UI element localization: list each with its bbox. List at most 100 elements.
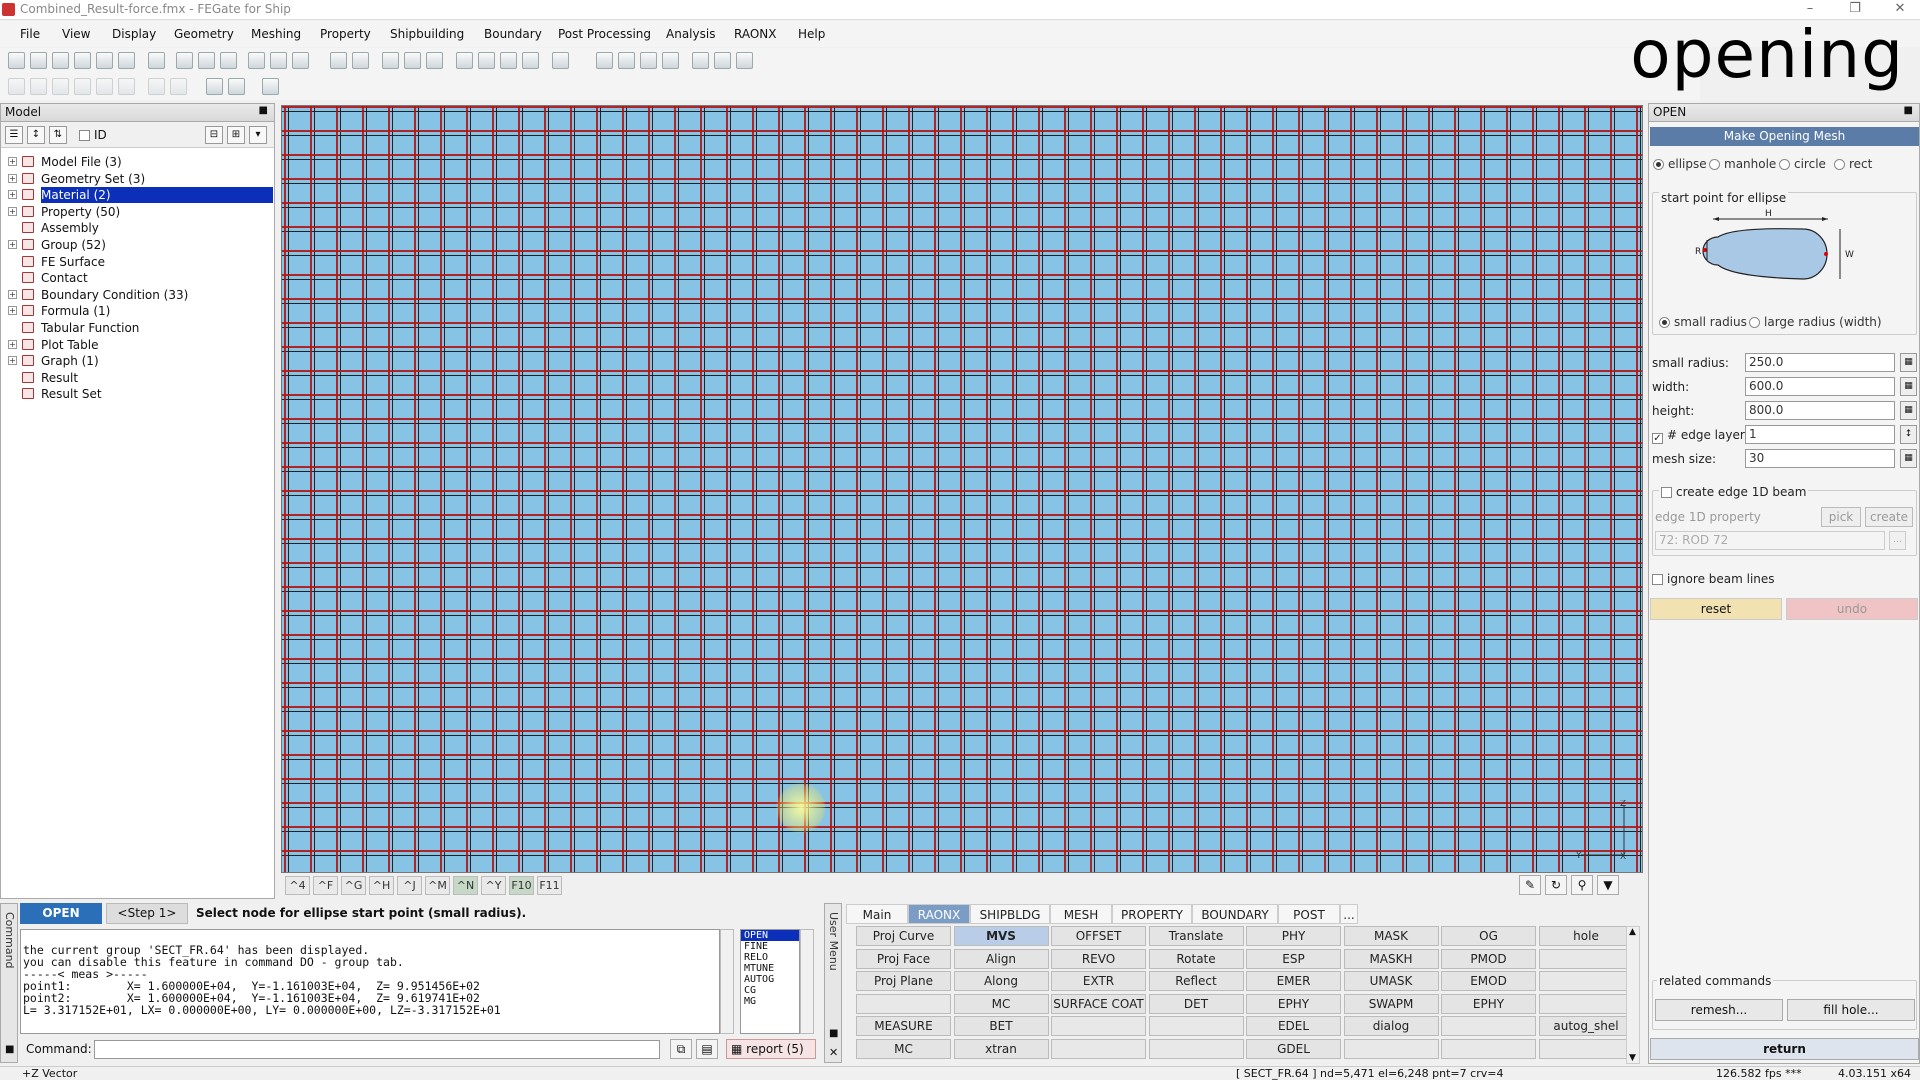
user-menu-empty-slot[interactable] [1441, 1016, 1536, 1037]
clipboard-icon[interactable]: ▤ [696, 1039, 718, 1059]
user-menu-button[interactable]: SWAPM [1343, 993, 1439, 1014]
reset-button[interactable]: reset [1650, 598, 1782, 620]
user-menu-button[interactable]: MC [953, 993, 1049, 1014]
user-menu-button[interactable]: MASK [1343, 926, 1439, 946]
user-menu-button[interactable]: hole [1538, 926, 1634, 946]
side-view-icon[interactable] [270, 52, 287, 69]
tool-icon[interactable] [640, 52, 657, 69]
user-menu-empty-slot[interactable] [1538, 948, 1634, 969]
edge-layers-input[interactable]: 1 [1745, 425, 1895, 444]
console-scrollbar[interactable] [720, 929, 734, 1034]
last-frame-icon[interactable] [96, 78, 113, 95]
user-menu-empty-slot[interactable] [1538, 993, 1634, 1014]
user-menu-scrollbar[interactable]: ▲ ▼ [1626, 926, 1640, 1064]
user-menu-button[interactable]: EMOD [1441, 971, 1536, 992]
user-menu-empty-slot[interactable] [1051, 1016, 1146, 1037]
user-menu-side-tab[interactable]: User Menu ■ ✕ [824, 903, 842, 1063]
tree-item[interactable]: + Boundary Condition (33) [1, 287, 271, 303]
remesh-button[interactable]: remesh... [1655, 999, 1783, 1021]
pin-icon[interactable]: ■ [5, 1044, 14, 1055]
tree-item[interactable]: + Plot Table [1, 337, 271, 353]
user-menu-button[interactable]: DET [1148, 993, 1244, 1014]
user-menu-button[interactable]: Align [953, 948, 1049, 969]
user-menu-button[interactable]: MVS [953, 926, 1049, 946]
menu-boundary[interactable]: Boundary [484, 23, 542, 45]
undo-button[interactable]: undo [1786, 598, 1918, 620]
scroll-down-icon[interactable]: ▼ [1629, 1053, 1636, 1063]
list-item[interactable]: CG [741, 985, 799, 996]
edit-icon[interactable] [692, 52, 709, 69]
tab-raonx[interactable]: RAONX [908, 904, 970, 924]
edge-layers-spin[interactable]: ↕ [1900, 425, 1917, 444]
tree-item[interactable]: Tabular Function [1, 320, 271, 336]
graph-icon[interactable] [262, 78, 279, 95]
expand-toggle-icon[interactable]: + [8, 339, 17, 349]
display-mode-icon[interactable] [522, 52, 539, 69]
small-radius-radio[interactable]: small radius [1659, 315, 1747, 329]
first-frame-icon[interactable] [30, 78, 47, 95]
gear-icon[interactable] [596, 52, 613, 69]
run-icon[interactable] [736, 52, 753, 69]
command-history-list[interactable]: OPEN FINE RELO MTUNE AUTOG CG MG [740, 929, 800, 1034]
iso-view-icon[interactable] [292, 52, 309, 69]
shape-rect-radio[interactable]: rect [1834, 157, 1872, 171]
expand-icon[interactable]: ⊞ [227, 126, 245, 144]
user-menu-empty-slot[interactable] [1148, 1039, 1244, 1059]
wireframe-icon[interactable] [352, 52, 369, 69]
menu-help[interactable]: Help [798, 23, 825, 45]
user-menu-button[interactable]: Rotate [1148, 948, 1244, 969]
user-menu-button[interactable]: MASKH [1343, 948, 1439, 969]
user-menu-button[interactable]: UMASK [1343, 971, 1439, 992]
tree-item[interactable]: + Property (50) [1, 204, 271, 220]
tree-item[interactable]: + Graph (1) [1, 353, 271, 369]
print-icon[interactable] [96, 52, 113, 69]
width-spin[interactable]: ▦ [1900, 377, 1917, 396]
small-radius-spin[interactable]: ▦ [1900, 353, 1917, 372]
report-button[interactable]: ▦ report (5) [726, 1039, 816, 1059]
step-icon[interactable] [118, 78, 135, 95]
zoom-icon[interactable] [220, 52, 237, 69]
measure-icon[interactable] [618, 52, 635, 69]
layer-icon[interactable] [478, 52, 495, 69]
prev-frame-icon[interactable] [52, 78, 69, 95]
tree-item[interactable]: Assembly [1, 220, 271, 236]
create-edge-beam-checkbox[interactable]: create edge 1D beam [1659, 485, 1809, 499]
list-item[interactable]: MTUNE [741, 963, 799, 974]
tab-mesh[interactable]: MESH [1050, 904, 1112, 924]
user-menu-button[interactable]: OG [1441, 926, 1536, 946]
small-radius-input[interactable]: 250.0 [1745, 353, 1895, 372]
user-menu-empty-slot[interactable] [856, 993, 951, 1014]
fit-view-icon[interactable] [176, 52, 193, 69]
view-key-y[interactable]: ^Y [481, 876, 506, 895]
play-icon[interactable] [8, 78, 25, 95]
user-menu-button[interactable]: PMOD [1441, 948, 1536, 969]
tree-item[interactable]: Result [1, 370, 271, 386]
list-view-icon[interactable]: ☰ [5, 126, 23, 144]
pin-icon[interactable]: ■ [1904, 105, 1913, 116]
tree-item[interactable]: + Group (52) [1, 237, 271, 253]
sort-id-icon[interactable]: ↕ [27, 126, 45, 144]
close-icon[interactable]: ✕ [829, 1046, 838, 1059]
user-menu-button[interactable]: dialog [1343, 1016, 1439, 1037]
menu-geometry[interactable]: Geometry [174, 23, 234, 45]
expand-toggle-icon[interactable]: + [8, 173, 17, 183]
menu-view[interactable]: View [62, 23, 90, 45]
edge-property-select[interactable]: 72: ROD 72 [1655, 531, 1885, 550]
tab-post[interactable]: POST [1278, 904, 1340, 924]
user-menu-button[interactable]: Proj Plane [856, 971, 951, 992]
list-scrollbar[interactable] [800, 929, 814, 1034]
mesh-view-icon[interactable] [330, 52, 347, 69]
front-view-icon[interactable] [248, 52, 265, 69]
ignore-beam-lines-check-icon[interactable] [1652, 574, 1663, 585]
undo-icon[interactable] [148, 52, 165, 69]
ignore-beam-lines-checkbox[interactable]: ignore beam lines [1652, 572, 1775, 586]
edge-layers-check-icon[interactable]: ✓ [1652, 433, 1663, 444]
edge-layers-checkbox[interactable]: ✓ # edge layers: [1652, 428, 1755, 444]
pin-icon[interactable]: ■ [259, 105, 268, 116]
menu-meshing[interactable]: Meshing [251, 23, 301, 45]
expand-toggle-icon[interactable]: + [8, 206, 17, 216]
shape-circle-radio[interactable]: circle [1779, 157, 1826, 171]
menu-shipbuilding[interactable]: Shipbuilding [390, 23, 464, 45]
tab-more[interactable]: ... [1340, 904, 1358, 924]
fill-hole-button[interactable]: fill hole... [1787, 999, 1915, 1021]
